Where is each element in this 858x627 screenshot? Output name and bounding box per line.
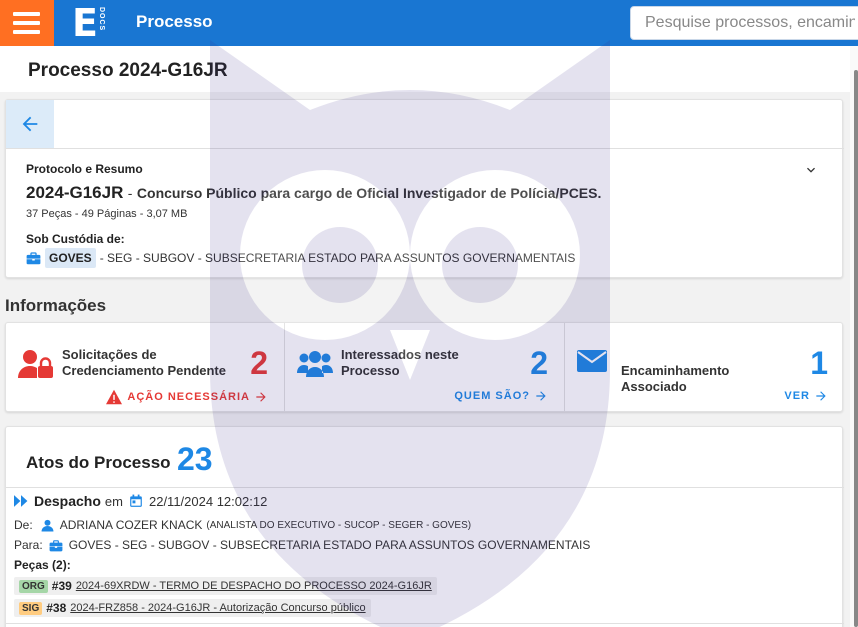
briefcase-icon — [49, 539, 63, 551]
view-link[interactable]: VER — [784, 389, 828, 403]
atos-count: 23 — [177, 441, 213, 477]
piece-number: #39 — [51, 579, 72, 593]
menu-button[interactable] — [0, 0, 54, 46]
separator: - — [127, 185, 133, 201]
info-section-title: Informações — [5, 296, 107, 315]
info-count: 2 — [530, 345, 548, 381]
info-count: 2 — [250, 345, 268, 381]
piece-number: #38 — [46, 601, 67, 615]
piece-tag: ORG — [19, 579, 48, 593]
pieces-label: Peças (2): — [14, 558, 71, 572]
from-label: De: — [14, 518, 33, 532]
action-label: QUEM SÃO? — [454, 390, 530, 402]
action-required-link[interactable]: AÇÃO NECESSÁRIA — [105, 389, 268, 405]
fast-forward-icon — [14, 495, 28, 507]
info-label: Encaminhamento Associado — [621, 363, 730, 394]
from-name: ADRIANA COZER KNACK — [59, 518, 203, 532]
back-button[interactable] — [6, 100, 54, 148]
process-description: Concurso Público para cargo de Oficial I… — [136, 185, 602, 201]
piece-link[interactable]: 2024-FRZ858 - 2024-G16JR - Autorização C… — [70, 602, 365, 614]
info-card: Solicitações de Credenciamento Pendente … — [5, 322, 843, 412]
top-bar: E DOCS Processo — [0, 0, 858, 46]
protocol-card: Protocolo e Resumo 2024-G16JR - Concurso… — [5, 99, 844, 278]
search-input[interactable] — [630, 6, 858, 40]
act-datetime: 22/11/2024 12:02:12 — [148, 493, 268, 509]
piece-pill[interactable]: ORG #39 2024-69XRDW - TERMO DE DESPACHO … — [14, 577, 437, 595]
piece-item[interactable]: ORG #39 2024-69XRDW - TERMO DE DESPACHO … — [14, 577, 437, 595]
hamburger-line — [13, 30, 40, 34]
user-icon — [41, 519, 54, 531]
to-value: GOVES - SEG - SUBGOV - SUBSECRETARIA EST… — [68, 538, 591, 552]
arrow-right-icon — [816, 391, 826, 401]
user-lock-icon — [18, 350, 53, 378]
calendar-icon — [130, 494, 142, 507]
action-label: AÇÃO NECESSÁRIA — [127, 391, 250, 403]
arrow-left-icon — [22, 116, 38, 132]
divider — [6, 487, 844, 488]
act-em: em — [104, 493, 123, 509]
info-label: Interessados neste Processo — [341, 347, 459, 378]
act-from: De: ADRIANA COZER KNACK (ANALISTA DO EXE… — [14, 518, 471, 532]
pieces-heading: Peças (2): — [14, 558, 71, 572]
page-title: Processo 2024-G16JR — [28, 60, 228, 81]
who-are-they-link[interactable]: QUEM SÃO? — [454, 389, 548, 403]
logo-letter: E — [72, 1, 98, 45]
scrollbar-thumb[interactable] — [854, 70, 858, 627]
briefcase-icon — [26, 252, 41, 265]
hamburger-line — [13, 21, 40, 25]
hamburger-icon — [13, 12, 40, 16]
act-header: Despacho em 22/11/2024 12:02:12 — [14, 493, 267, 509]
users-icon — [297, 351, 333, 377]
info-forwarding[interactable]: Encaminhamento Associado 1 VER — [564, 323, 844, 411]
atos-title: Atos do Processo — [26, 453, 171, 472]
arrow-right-icon — [536, 391, 546, 401]
custody-path: - SEG - SUBGOV - SUBSECRETARIA ESTADO PA… — [99, 251, 576, 265]
info-credential-requests[interactable]: Solicitações de Credenciamento Pendente … — [6, 323, 284, 411]
divider — [6, 148, 844, 149]
piece-pill[interactable]: SIG #38 2024-FRZ858 - 2024-G16JR - Autor… — [14, 599, 371, 617]
chevron-down-icon[interactable] — [803, 162, 819, 178]
arrow-right-icon — [256, 392, 266, 402]
protocol-summary: 2024-G16JR - Concurso Público para cargo… — [26, 183, 601, 203]
info-interested-parties[interactable]: Interessados neste Processo 2 QUEM SÃO? — [284, 323, 564, 411]
piece-item[interactable]: SIG #38 2024-FRZ858 - 2024-G16JR - Autor… — [14, 599, 371, 617]
action-label: VER — [784, 390, 810, 402]
custody-org-badge: GOVES — [45, 248, 96, 268]
page-heading: Processo 2024-G16JR — [0, 46, 850, 92]
info-count: 1 — [810, 345, 828, 381]
envelope-icon — [577, 350, 607, 372]
process-code: 2024-G16JR — [26, 183, 124, 202]
piece-tag: SIG — [19, 601, 43, 615]
custody-label: Sob Custódia de: — [26, 232, 125, 246]
logo-subtext: DOCS — [98, 7, 105, 32]
divider — [6, 623, 844, 624]
custody-info: GOVES - SEG - SUBGOV - SUBSECRETARIA EST… — [26, 248, 575, 268]
warning-icon — [106, 389, 123, 405]
piece-link[interactable]: 2024-69XRDW - TERMO DE DESPACHO DO PROCE… — [76, 580, 432, 592]
app-title: Processo — [136, 12, 213, 31]
edocs-logo[interactable]: E DOCS — [72, 1, 108, 45]
act-to: Para: GOVES - SEG - SUBGOV - SUBSECRETAR… — [14, 538, 590, 552]
protocol-section-label: Protocolo e Resumo — [26, 162, 143, 176]
to-label: Para: — [14, 538, 43, 552]
process-meta: 37 Peças - 49 Páginas - 3,07 MB — [26, 208, 188, 220]
atos-card: Atos do Processo 23 Despacho em 22/11/20… — [5, 426, 844, 627]
info-label: Solicitações de Credenciamento Pendente — [62, 347, 226, 378]
from-role: (ANALISTA DO EXECUTIVO - SUCOP - SEGER -… — [206, 519, 472, 531]
act-type: Despacho — [34, 493, 101, 509]
